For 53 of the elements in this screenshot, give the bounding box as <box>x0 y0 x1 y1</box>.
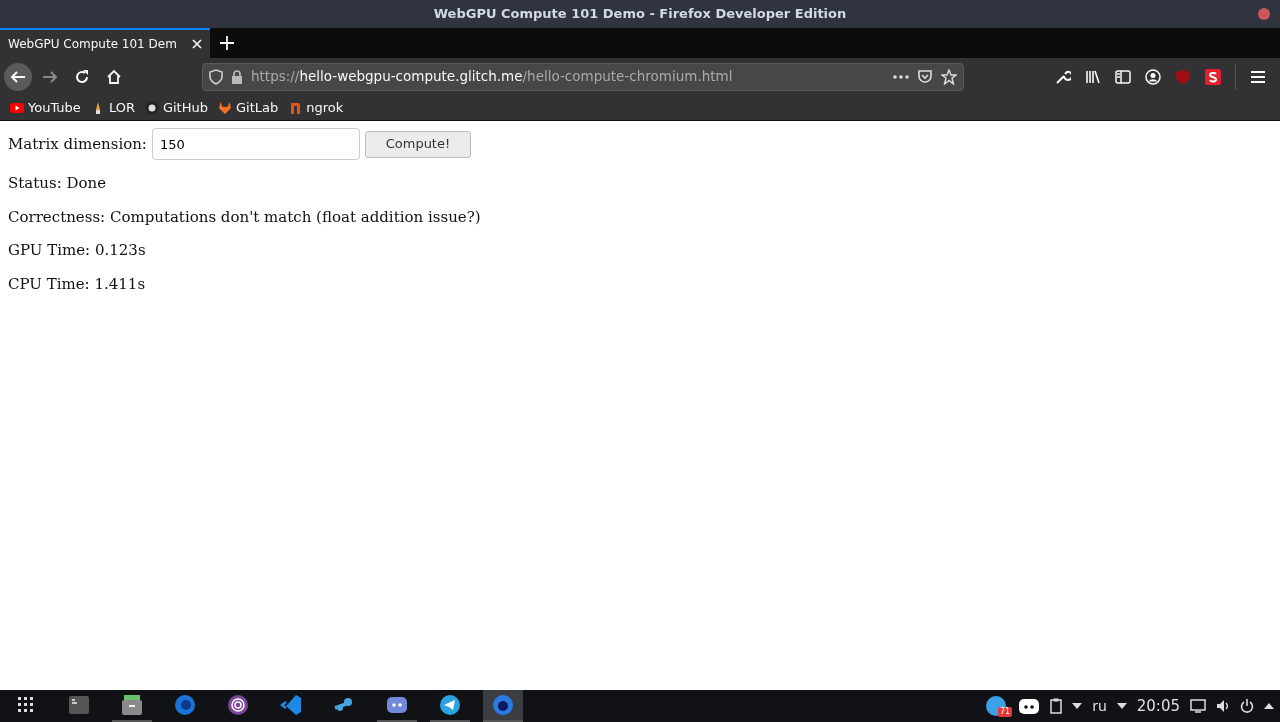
notification-badge: 71 <box>997 707 1013 717</box>
library-icon[interactable] <box>1085 68 1101 85</box>
power-icon[interactable] <box>1240 699 1254 713</box>
browser-tab[interactable]: WebGPU Compute 101 Dem <box>0 28 210 58</box>
n-icon <box>288 100 303 115</box>
clipboard-icon[interactable] <box>1050 698 1063 714</box>
result-text: Status: Done <box>8 173 108 194</box>
app-grid-icon[interactable] <box>18 697 34 713</box>
bookmark-link[interactable]: GitLab <box>218 97 279 118</box>
file-cabinet-icon <box>121 694 143 716</box>
compute-button[interactable]: Compute! <box>364 130 471 158</box>
close-button[interactable] <box>1258 8 1270 20</box>
pocket-icon[interactable] <box>917 68 933 85</box>
forward-icon <box>42 68 58 85</box>
address-bar[interactable]: https://hello-webgpu-compute.glitch.me/hello-compute-chromium.html <box>202 62 964 91</box>
back-icon <box>10 68 26 85</box>
fox-icon <box>218 100 232 115</box>
keyboard-layout[interactable]: ru <box>1092 695 1107 717</box>
result-text: GPU Time: 0.123s <box>8 240 147 261</box>
result-text: Correctness: Computations don't match (float addition issue?) <box>8 206 482 228</box>
telegram-icon <box>439 694 461 716</box>
bookmark-link[interactable]: ngrok <box>288 97 344 118</box>
reload-icon <box>74 68 90 85</box>
caret-up-icon[interactable] <box>1264 703 1274 709</box>
back-button[interactable] <box>4 62 32 91</box>
bookmark-link[interactable]: YouTube <box>10 97 81 118</box>
padlock-icon <box>231 69 243 84</box>
window-title: WebGPU Compute 101 Demo - Firefox Developer Edition <box>433 5 847 24</box>
plus-icon[interactable] <box>220 36 234 50</box>
bookmark-link[interactable]: LOR <box>90 97 135 118</box>
play-icon <box>10 100 24 115</box>
caret-icon[interactable] <box>1116 703 1127 709</box>
volume-icon[interactable] <box>1216 699 1230 713</box>
home-icon <box>106 68 122 85</box>
bookmark-link[interactable]: GitHub <box>144 97 208 118</box>
menu-icon[interactable] <box>1250 69 1266 84</box>
url-text: https://hello-webgpu-compute.glitch.me/hello-compute-chromium.html <box>251 67 734 87</box>
result-text: CPU Time: 1.411s <box>8 273 147 295</box>
more-icon[interactable] <box>893 74 909 79</box>
sidebar-icon[interactable] <box>1115 68 1131 85</box>
star-icon[interactable] <box>941 68 957 85</box>
account-icon[interactable] <box>1145 68 1161 85</box>
tab-title: WebGPU Compute 101 Dem <box>8 36 178 53</box>
wrench-icon[interactable] <box>1055 68 1071 85</box>
clock-time[interactable]: 20:05 <box>1136 694 1180 718</box>
shield-icon[interactable] <box>209 68 223 85</box>
s-extension-icon[interactable] <box>1205 68 1221 85</box>
display-icon[interactable] <box>1190 699 1206 713</box>
matrix-dimension-input[interactable]: 150 <box>151 128 360 160</box>
caret-icon[interactable] <box>1072 703 1083 709</box>
field-label: Matrix dimension: <box>8 133 147 155</box>
close-icon[interactable] <box>192 39 202 49</box>
terminal-icon <box>68 694 90 716</box>
